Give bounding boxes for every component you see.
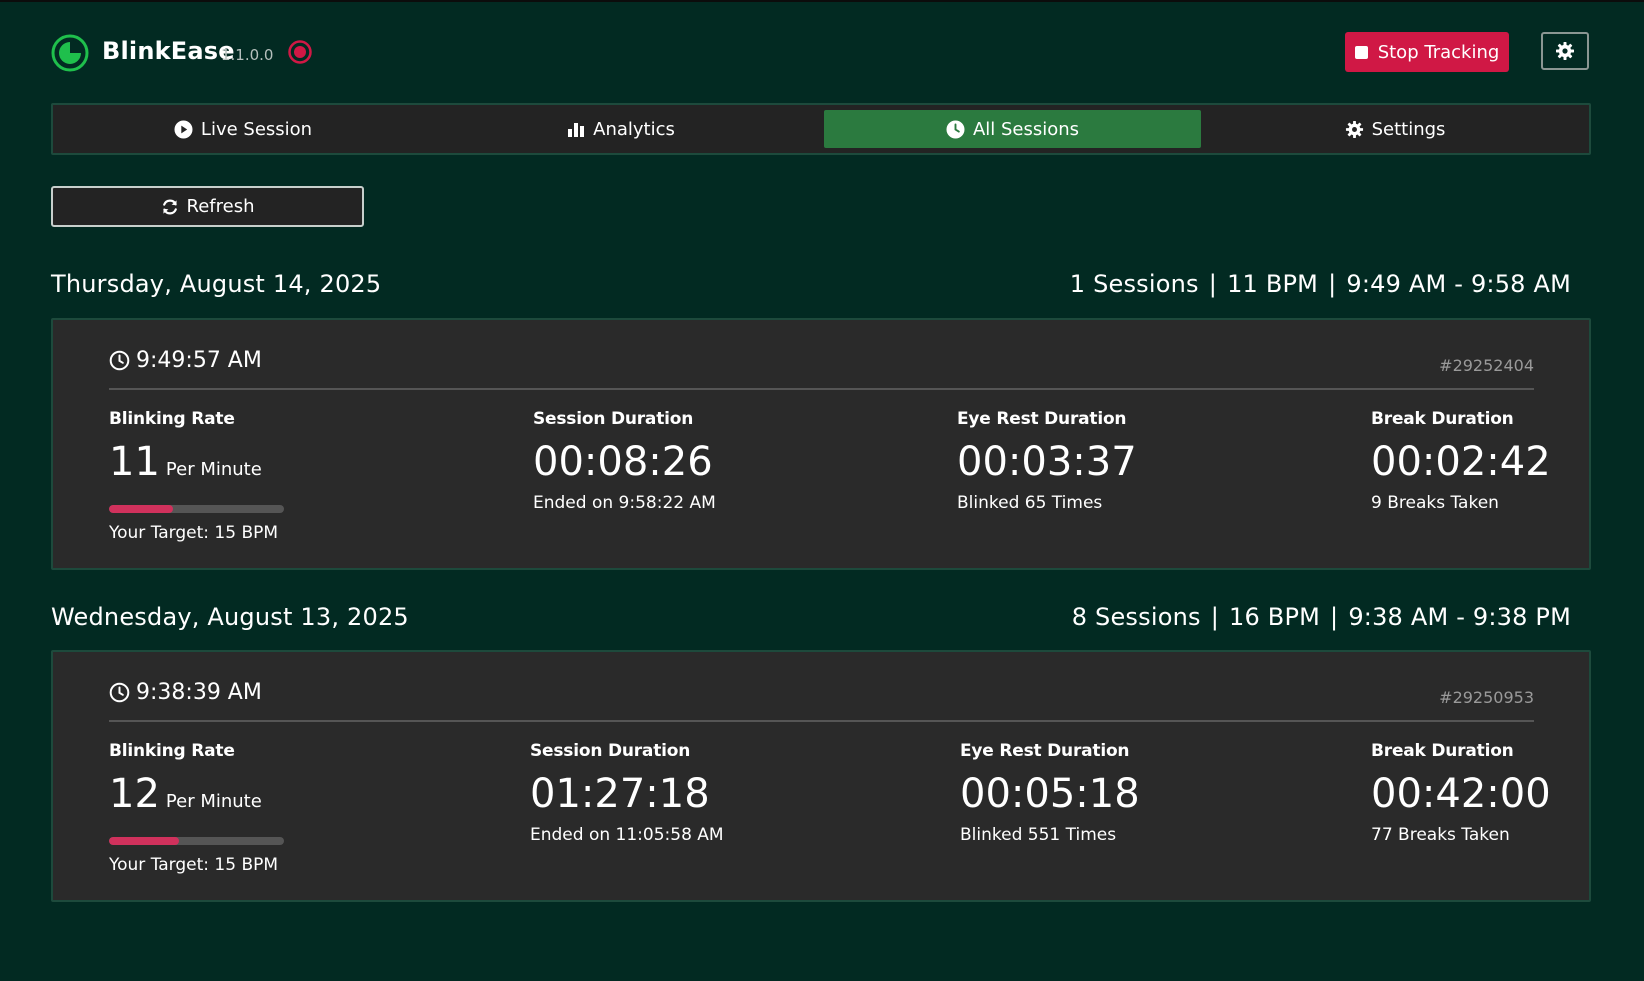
tab-label: Live Session	[200, 118, 313, 140]
session-card[interactable]: 9:38:39 AM #29250953 Blinking Rate 12 Per…	[51, 650, 1591, 902]
session-duration-value: 01:27:18	[530, 771, 710, 817]
day-average-bpm: 16 BPM	[1229, 603, 1321, 631]
card-divider	[109, 388, 1534, 390]
clock-icon	[109, 682, 130, 703]
session-id: #29250953	[1439, 688, 1534, 707]
metric-label: Break Duration	[1371, 409, 1514, 429]
tab-all-sessions[interactable]: All Sessions	[824, 110, 1201, 148]
day-session-count: 1 Sessions	[1069, 270, 1199, 298]
summary-separator: |	[1328, 270, 1337, 298]
blink-rate-progress-fill	[109, 505, 174, 513]
session-ended-text: Ended on 11:05:58 AM	[530, 825, 724, 845]
app-header: BlinkEase 1.1.0.0 Stop Tracking	[51, 30, 1591, 76]
blink-rate-number: 12	[109, 771, 160, 817]
tab-label: All Sessions	[972, 118, 1080, 140]
session-id: #29252404	[1439, 356, 1534, 375]
metric-blinking-rate: Blinking Rate 12 Per Minute Your Target: …	[109, 741, 284, 875]
day-time-range: 9:38 AM - 9:38 PM	[1348, 603, 1571, 631]
metric-session-duration: Session Duration 01:27:18 Ended on 11:05…	[530, 741, 724, 845]
blink-rate-target: Your Target: 15 BPM	[109, 855, 279, 875]
day-date: Thursday, August 14, 2025	[51, 270, 382, 298]
day-summary: 1 Sessions | 11 BPM | 9:49 AM - 9:58 AM	[1070, 270, 1571, 298]
metric-break-duration: Break Duration 00:42:00 77 Breaks Taken	[1371, 741, 1551, 845]
breaks-taken-text: 77 Breaks Taken	[1371, 825, 1510, 845]
breaks-taken-text: 9 Breaks Taken	[1371, 493, 1499, 513]
card-divider	[109, 720, 1534, 722]
metric-label: Eye Rest Duration	[960, 741, 1130, 761]
day-session-count: 8 Sessions	[1071, 603, 1201, 631]
window-top-border	[0, 0, 1644, 2]
session-time-text: 9:38:39 AM	[136, 680, 262, 705]
tab-analytics[interactable]: Analytics	[436, 110, 806, 148]
blink-rate-number: 11	[109, 439, 160, 485]
blinking-rate-value: 12 Per Minute	[109, 771, 284, 825]
stop-icon	[1354, 45, 1368, 59]
break-duration-value: 00:42:00	[1371, 771, 1551, 817]
eye-rest-duration-value: 00:03:37	[957, 439, 1137, 485]
play-circle-icon	[174, 120, 193, 138]
summary-separator: |	[1208, 270, 1218, 298]
recording-indicator-icon	[288, 40, 312, 64]
day-group-header: Wednesday, August 13, 2025 8 Sessions | 16…	[51, 603, 1571, 639]
clock-icon	[109, 350, 130, 371]
metric-session-duration: Session Duration 00:08:26 Ended on 9:58:…	[533, 409, 716, 513]
gear-icon	[1345, 120, 1363, 138]
metric-label: Break Duration	[1371, 741, 1514, 761]
metric-label: Blinking Rate	[109, 741, 235, 761]
metric-eye-rest-duration: Eye Rest Duration 00:03:37 Blinked 65 Ti…	[957, 409, 1137, 513]
refresh-label: Refresh	[186, 196, 255, 217]
day-group-header: Thursday, August 14, 2025 1 Sessions | 11 …	[51, 270, 1571, 306]
session-start-time: 9:38:39 AM	[109, 680, 262, 705]
metric-blinking-rate: Blinking Rate 11 Per Minute Your Target: …	[109, 409, 284, 543]
metric-label: Session Duration	[530, 741, 691, 761]
gear-icon	[1556, 42, 1574, 60]
metric-eye-rest-duration: Eye Rest Duration 00:05:18 Blinked 551 T…	[960, 741, 1140, 845]
day-average-bpm: 11 BPM	[1227, 270, 1319, 298]
session-start-time: 9:49:57 AM	[109, 348, 262, 373]
app-logo-icon	[51, 34, 89, 72]
tab-settings[interactable]: Settings	[1209, 110, 1581, 148]
day-time-range: 9:49 AM - 9:58 AM	[1346, 270, 1571, 298]
metric-label: Session Duration	[533, 409, 694, 429]
session-duration-value: 00:08:26	[533, 439, 713, 485]
summary-separator: |	[1330, 603, 1339, 631]
metric-break-duration: Break Duration 00:02:42 9 Breaks Taken	[1371, 409, 1551, 513]
blink-rate-unit: Per Minute	[165, 791, 262, 812]
blink-rate-progress-fill	[109, 837, 179, 845]
bar-chart-icon	[568, 122, 585, 137]
metric-label: Eye Rest Duration	[957, 409, 1127, 429]
blink-rate-progress-bar	[109, 837, 284, 845]
session-ended-text: Ended on 9:58:22 AM	[533, 493, 716, 513]
blink-rate-unit: Per Minute	[165, 459, 262, 480]
tab-live-session[interactable]: Live Session	[58, 110, 428, 148]
blink-count-text: Blinked 551 Times	[960, 825, 1117, 845]
main-tabs: Live Session Analytics All Sessions Sett…	[51, 103, 1591, 155]
blink-rate-progress-bar	[109, 505, 284, 513]
day-summary: 8 Sessions | 16 BPM | 9:38 AM - 9:38 PM	[1072, 603, 1571, 631]
session-card[interactable]: 9:49:57 AM #29252404 Blinking Rate 11 Per…	[51, 318, 1591, 570]
refresh-icon	[162, 199, 177, 214]
metric-label: Blinking Rate	[109, 409, 235, 429]
blink-rate-target: Your Target: 15 BPM	[109, 523, 279, 543]
refresh-button[interactable]: Refresh	[51, 186, 364, 227]
tab-label: Settings	[1371, 118, 1446, 140]
blink-count-text: Blinked 65 Times	[957, 493, 1103, 513]
stop-tracking-label: Stop Tracking	[1377, 41, 1500, 63]
summary-separator: |	[1210, 603, 1220, 631]
session-time-text: 9:49:57 AM	[136, 348, 262, 373]
tab-label: Analytics	[593, 118, 675, 140]
blinking-rate-value: 11 Per Minute	[109, 439, 284, 493]
break-duration-value: 00:02:42	[1371, 439, 1551, 485]
app-version: 1.1.0.0	[221, 46, 274, 64]
stop-tracking-button[interactable]: Stop Tracking	[1345, 32, 1509, 72]
settings-gear-button[interactable]	[1541, 32, 1589, 70]
day-date: Wednesday, August 13, 2025	[51, 603, 409, 631]
clock-icon	[946, 120, 965, 138]
app-name: BlinkEase	[102, 37, 235, 65]
eye-rest-duration-value: 00:05:18	[960, 771, 1140, 817]
